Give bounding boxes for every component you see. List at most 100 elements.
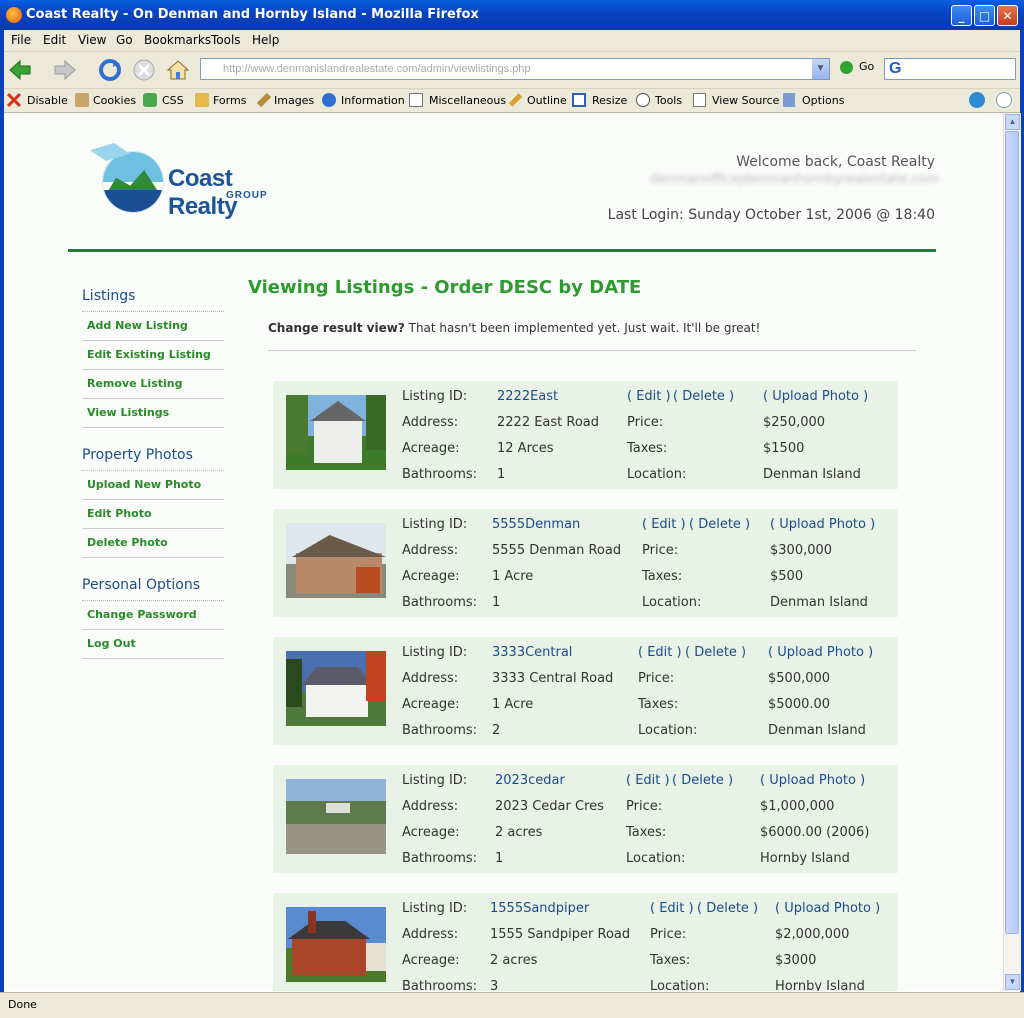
sidebar-item-edit-photo[interactable]: Edit Photo bbox=[82, 500, 224, 529]
edit-link[interactable]: ( Edit ) bbox=[626, 773, 670, 788]
home-icon[interactable] bbox=[166, 58, 190, 82]
forms-icon bbox=[195, 93, 209, 107]
maximize-button[interactable]: □ bbox=[974, 5, 995, 26]
css-icon bbox=[143, 93, 157, 107]
upload-photo-link[interactable]: ( Upload Photo ) bbox=[775, 901, 880, 916]
dev-miscellaneous[interactable]: Miscellaneous bbox=[429, 94, 506, 107]
listing-bathrooms: 1 bbox=[492, 595, 501, 610]
edit-link[interactable]: ( Edit ) bbox=[627, 389, 671, 404]
upload-photo-link[interactable]: ( Upload Photo ) bbox=[770, 517, 875, 532]
label-location: Location: bbox=[642, 595, 702, 610]
label-address: Address: bbox=[402, 799, 459, 814]
label-price: Price: bbox=[650, 927, 687, 942]
sidebar-item-edit-existing-listing[interactable]: Edit Existing Listing bbox=[82, 341, 224, 370]
dev-information[interactable]: Information bbox=[341, 94, 405, 107]
vertical-scrollbar[interactable]: ▲ ▼ bbox=[1003, 113, 1021, 991]
listing-bathrooms: 1 bbox=[495, 851, 504, 866]
sidebar-item-delete-photo[interactable]: Delete Photo bbox=[82, 529, 224, 558]
window-titlebar: Coast Realty - On Denman and Hornby Isla… bbox=[0, 0, 1024, 30]
listing-taxes: $500 bbox=[770, 569, 804, 584]
label-location: Location: bbox=[627, 467, 687, 482]
listing-id[interactable]: 5555Denman bbox=[492, 517, 580, 532]
delete-link[interactable]: ( Delete ) bbox=[697, 901, 758, 916]
menu-tools[interactable]: Tools bbox=[211, 33, 241, 47]
listing-address: 3333 Central Road bbox=[492, 671, 614, 686]
listing-photo[interactable] bbox=[286, 523, 386, 598]
scroll-up-icon[interactable]: ▲ bbox=[1005, 114, 1020, 130]
coast-realty-logo[interactable]: Coast Realty GROUP bbox=[90, 143, 286, 220]
sidebar-item-change-password[interactable]: Change Password bbox=[82, 601, 224, 630]
sidebar-item-view-listings[interactable]: View Listings bbox=[82, 399, 224, 428]
menu-help[interactable]: Help bbox=[252, 33, 279, 47]
google-icon: G bbox=[889, 60, 902, 77]
close-button[interactable]: ✕ bbox=[997, 5, 1018, 26]
listing-photo[interactable] bbox=[286, 779, 386, 854]
label-address: Address: bbox=[402, 927, 459, 942]
minimize-button[interactable]: _ bbox=[951, 5, 972, 26]
go-button[interactable]: Go bbox=[840, 60, 874, 74]
dev-forms[interactable]: Forms bbox=[213, 94, 246, 107]
images-icon bbox=[256, 92, 272, 108]
menu-go[interactable]: Go bbox=[116, 33, 133, 47]
url-dropdown-icon[interactable]: ▼ bbox=[812, 59, 829, 79]
menu-file[interactable]: File bbox=[11, 33, 31, 47]
dev-outline[interactable]: Outline bbox=[527, 94, 567, 107]
sidebar-item-log-out[interactable]: Log Out bbox=[82, 630, 224, 659]
dev-tools[interactable]: Tools bbox=[655, 94, 682, 107]
dev-css[interactable]: CSS bbox=[162, 94, 184, 107]
menu-bar: File Edit View Go Bookmarks Tools Help bbox=[0, 30, 1024, 52]
info-icon[interactable] bbox=[996, 92, 1012, 108]
last-login: Last Login: Sunday October 1st, 2006 @ 1… bbox=[607, 207, 935, 223]
result-view-label[interactable]: Change result view? bbox=[268, 321, 405, 335]
listing-price: $1,000,000 bbox=[760, 799, 835, 814]
delete-link[interactable]: ( Delete ) bbox=[672, 773, 733, 788]
validation-check-icon[interactable] bbox=[969, 92, 985, 108]
listing-acreage: 1 Acre bbox=[492, 569, 534, 584]
back-icon[interactable] bbox=[8, 58, 32, 82]
sidebar-heading-personal-options: Personal Options bbox=[82, 572, 224, 601]
dev-resize[interactable]: Resize bbox=[592, 94, 627, 107]
dev-cookies[interactable]: Cookies bbox=[93, 94, 136, 107]
stop-icon[interactable] bbox=[132, 58, 156, 82]
listing-photo[interactable] bbox=[286, 651, 386, 726]
menu-bookmarks[interactable]: Bookmarks bbox=[144, 33, 211, 47]
dev-view-source[interactable]: View Source bbox=[712, 94, 779, 107]
listing-photo[interactable] bbox=[286, 395, 386, 470]
listing-id[interactable]: 2023cedar bbox=[495, 773, 565, 788]
label-location: Location: bbox=[650, 979, 710, 991]
window-title: Coast Realty - On Denman and Hornby Isla… bbox=[26, 7, 479, 22]
scroll-down-icon[interactable]: ▼ bbox=[1005, 974, 1020, 990]
dev-options[interactable]: Options bbox=[802, 94, 844, 107]
menu-edit[interactable]: Edit bbox=[43, 33, 66, 47]
sidebar-item-upload-new-photo[interactable]: Upload New Photo bbox=[82, 471, 224, 500]
dev-disable[interactable]: Disable bbox=[27, 94, 68, 107]
menu-view[interactable]: View bbox=[78, 33, 106, 47]
search-input[interactable]: G bbox=[884, 58, 1016, 80]
scrollbar-thumb[interactable] bbox=[1005, 131, 1019, 934]
label-listing-id: Listing ID: bbox=[402, 389, 468, 404]
delete-link[interactable]: ( Delete ) bbox=[689, 517, 750, 532]
edit-link[interactable]: ( Edit ) bbox=[642, 517, 686, 532]
edit-link[interactable]: ( Edit ) bbox=[650, 901, 694, 916]
listing-id[interactable]: 3333Central bbox=[492, 645, 572, 660]
delete-link[interactable]: ( Delete ) bbox=[673, 389, 734, 404]
listing-photo[interactable] bbox=[286, 907, 386, 982]
sidebar-item-remove-listing[interactable]: Remove Listing bbox=[82, 370, 224, 399]
sidebar: Listings Add New Listing Edit Existing L… bbox=[82, 283, 224, 659]
listing-id[interactable]: 1555Sandpiper bbox=[490, 901, 589, 916]
edit-link[interactable]: ( Edit ) bbox=[638, 645, 682, 660]
upload-photo-link[interactable]: ( Upload Photo ) bbox=[763, 389, 868, 404]
label-listing-id: Listing ID: bbox=[402, 901, 468, 916]
listing-acreage: 1 Acre bbox=[492, 697, 534, 712]
sidebar-item-add-new-listing[interactable]: Add New Listing bbox=[82, 312, 224, 341]
forward-icon[interactable] bbox=[53, 58, 77, 82]
reload-icon[interactable] bbox=[98, 58, 122, 82]
dev-images[interactable]: Images bbox=[274, 94, 314, 107]
delete-link[interactable]: ( Delete ) bbox=[685, 645, 746, 660]
upload-photo-link[interactable]: ( Upload Photo ) bbox=[760, 773, 865, 788]
information-icon bbox=[322, 93, 336, 107]
upload-photo-link[interactable]: ( Upload Photo ) bbox=[768, 645, 873, 660]
listing-location: Denman Island bbox=[770, 595, 868, 610]
url-bar[interactable]: http://www.denmanislandrealestate.com/ad… bbox=[200, 58, 830, 80]
listing-id[interactable]: 2222East bbox=[497, 389, 558, 404]
